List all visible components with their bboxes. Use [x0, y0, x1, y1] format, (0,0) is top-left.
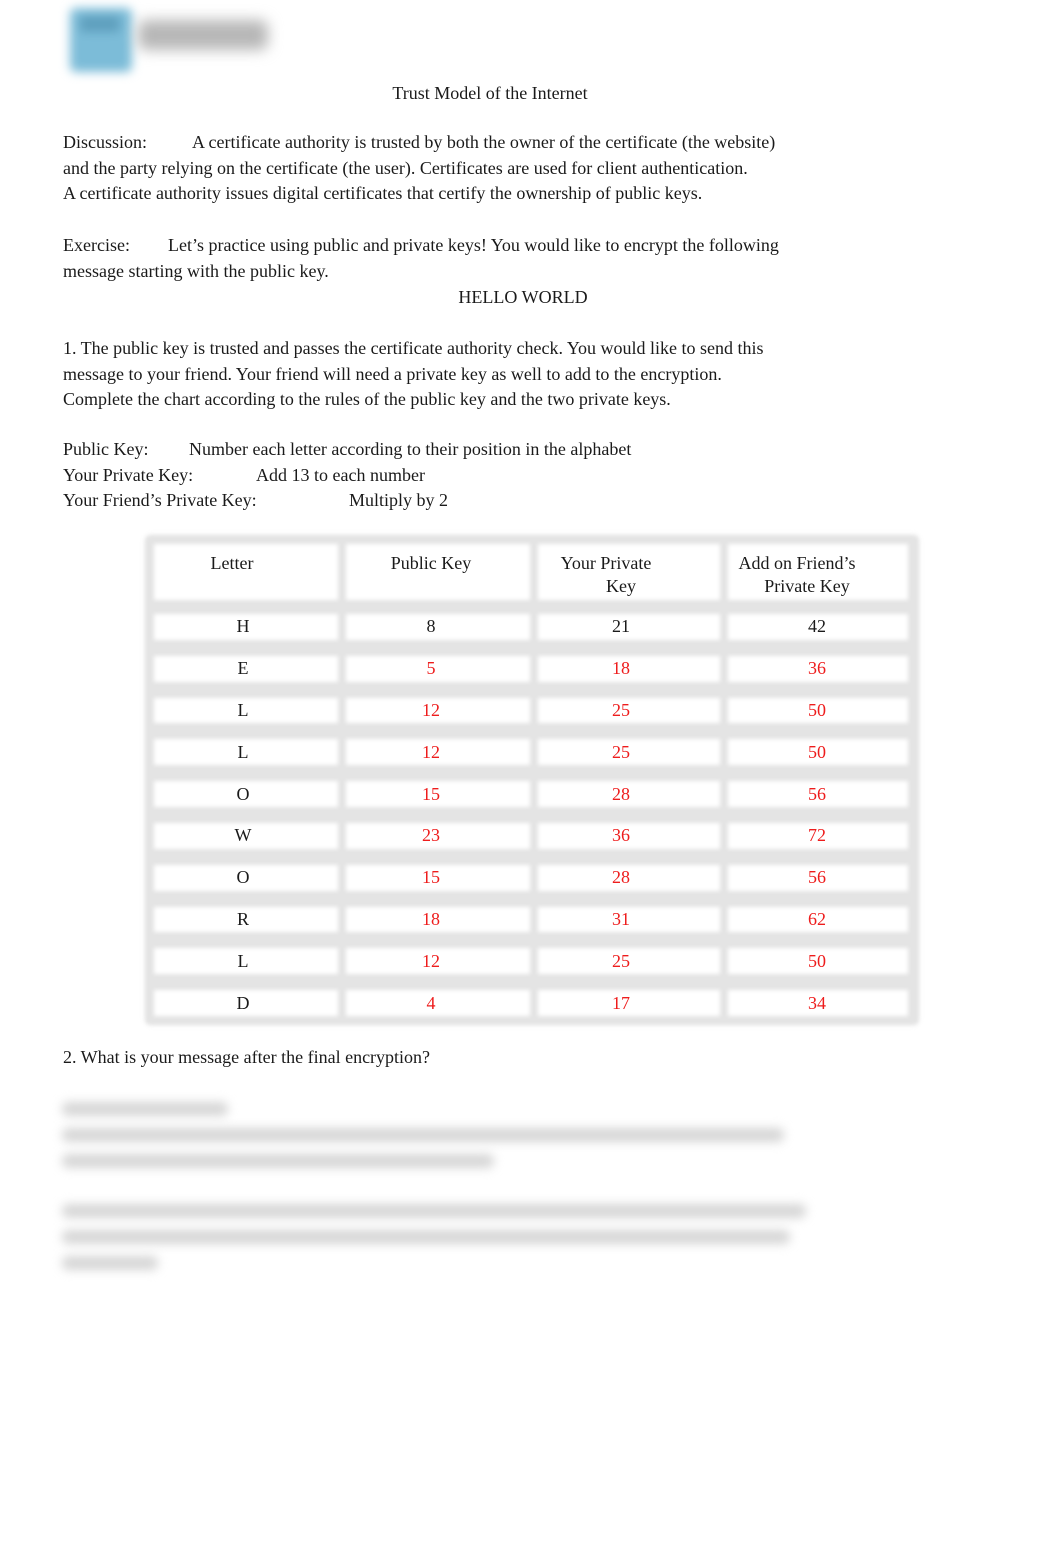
- cell-friend-private-key: 50: [808, 950, 826, 971]
- table-row: R 18 31 62: [146, 899, 918, 941]
- table-row: L 12 25 50: [146, 690, 918, 732]
- cell-friend-private-key: 56: [808, 867, 826, 888]
- rule-text: Number each letter according to their po…: [189, 439, 632, 459]
- rule-label: Your Private Key:: [63, 464, 194, 485]
- table-row: D 4 17 34: [146, 982, 918, 1024]
- rule-label: Your Friend’s Private Key:: [63, 490, 257, 510]
- cell-letter: O: [236, 783, 250, 804]
- discussion-line-3: A certificate authority issues digital c…: [63, 183, 703, 203]
- obscured-line: [62, 1154, 494, 1168]
- cell-public-key: 4: [426, 992, 436, 1013]
- table-row: E 5 18 36: [146, 648, 918, 690]
- table-row: O 15 28 56: [146, 857, 918, 899]
- obscured-line: [62, 1256, 158, 1270]
- discussion-line-1: Discussion: A certificate authority is tr…: [63, 130, 863, 156]
- cell-letter: H: [236, 616, 250, 637]
- exercise-section: Exercise: Let’s practice using public and…: [63, 233, 863, 284]
- cell-your-private-key: 28: [612, 867, 630, 888]
- question-1: 1. The public key is trusted and passes …: [63, 336, 883, 413]
- table-row: L 12 25 50: [146, 731, 918, 773]
- table-body: H 8 21 42 E 5 18 36 L 12 25 50 L 12 25 50 O 15 28 56 W 23 36 72…: [146, 606, 918, 1024]
- cell-letter: L: [237, 699, 249, 720]
- logo-wordmark: [138, 20, 268, 50]
- logo: [68, 6, 278, 72]
- cell-letter: L: [237, 741, 249, 762]
- cell-public-key: 12: [422, 699, 440, 720]
- obscured-heading: [62, 1102, 228, 1116]
- encryption-table: Letter Public Key Your Private Key Add o…: [146, 536, 918, 1024]
- cell-public-key: 18: [422, 908, 440, 929]
- table-row: W 23 36 72: [146, 815, 918, 857]
- rule-label: Public Key:: [63, 439, 149, 459]
- cell-letter: D: [236, 992, 250, 1013]
- question-1-line-1: 1. The public key is trusted and passes …: [63, 338, 764, 358]
- discussion-line-2: and the party relying on the certificate…: [63, 157, 748, 178]
- cell-friend-private-key: 34: [808, 992, 826, 1013]
- key-rules: Public Key: Number each letter according …: [63, 437, 863, 514]
- rule-text: Multiply by 2: [349, 490, 449, 510]
- cell-your-private-key: 28: [612, 783, 630, 804]
- cell-letter: O: [236, 867, 250, 888]
- table-row: O 15 28 56: [146, 773, 918, 815]
- cell-public-key: 8: [426, 616, 436, 637]
- exercise-label: Exercise:: [63, 235, 130, 255]
- cell-your-private-key: 31: [612, 908, 630, 929]
- question-1-line-2: message to your friend. Your friend will…: [63, 363, 722, 384]
- obscured-line: [62, 1128, 784, 1142]
- table-row: L 12 25 50: [146, 940, 918, 982]
- cell-friend-private-key: 50: [808, 699, 826, 720]
- cell-public-key: 12: [422, 950, 440, 971]
- cell-public-key: 15: [422, 783, 440, 804]
- obscured-content: [60, 1098, 830, 1278]
- cell-letter: E: [237, 658, 249, 679]
- logo-mark-icon: [70, 8, 132, 72]
- cell-your-private-key: 25: [612, 741, 630, 762]
- cell-public-key: 12: [422, 741, 440, 762]
- obscured-line: [62, 1230, 790, 1244]
- rule-text: Add 13 to each number: [256, 464, 425, 485]
- cell-friend-private-key: 50: [808, 741, 826, 762]
- exercise-line-1: Exercise: Let’s practice using public and…: [63, 233, 863, 259]
- cell-friend-private-key: 72: [808, 825, 826, 846]
- exercise-message: HELLO WORLD: [458, 287, 588, 307]
- rule-friend-private-key: Your Friend’s Private Key: Multiply by 2: [63, 488, 863, 514]
- cell-your-private-key: 18: [612, 658, 630, 679]
- cell-your-private-key: 17: [612, 992, 630, 1013]
- header-friend-private-key: Add on Friend’s Private Key: [738, 553, 856, 596]
- rule-public-key: Public Key: Number each letter according …: [63, 437, 863, 463]
- cell-friend-private-key: 56: [808, 783, 826, 804]
- cell-your-private-key: 25: [612, 699, 630, 720]
- cell-public-key: 15: [422, 867, 440, 888]
- question-2: 2. What is your message after the final …: [63, 1047, 431, 1067]
- discussion-label: Discussion:: [63, 132, 148, 152]
- obscured-line: [62, 1204, 806, 1218]
- discussion-section: Discussion: A certificate authority is tr…: [63, 130, 863, 207]
- document-title: Trust Model of the Internet: [392, 83, 588, 103]
- question-1-line-3: Complete the chart according to the rule…: [63, 389, 671, 409]
- cell-friend-private-key: 36: [808, 658, 826, 679]
- rule-your-private-key: Your Private Key: Add 13 to each number: [63, 463, 863, 489]
- encryption-table-grid: Letter Public Key Your Private Key Add o…: [146, 536, 918, 1024]
- cell-letter: R: [236, 908, 249, 929]
- cell-public-key: 23: [422, 825, 440, 846]
- cell-your-private-key: 21: [612, 616, 630, 637]
- cell-letter: W: [234, 825, 252, 846]
- cell-your-private-key: 25: [612, 950, 630, 971]
- cell-public-key: 5: [426, 658, 436, 679]
- table-row: H 8 21 42: [146, 606, 918, 648]
- table-header-row: Letter Public Key Your Private Key Add o…: [146, 536, 918, 606]
- cell-friend-private-key: 62: [808, 908, 826, 929]
- header-letter: Letter: [210, 553, 254, 573]
- cell-friend-private-key: 42: [808, 616, 826, 637]
- cell-letter: L: [237, 950, 249, 971]
- cell-your-private-key: 36: [612, 825, 630, 846]
- exercise-line-2: message starting with the public key.: [63, 260, 329, 281]
